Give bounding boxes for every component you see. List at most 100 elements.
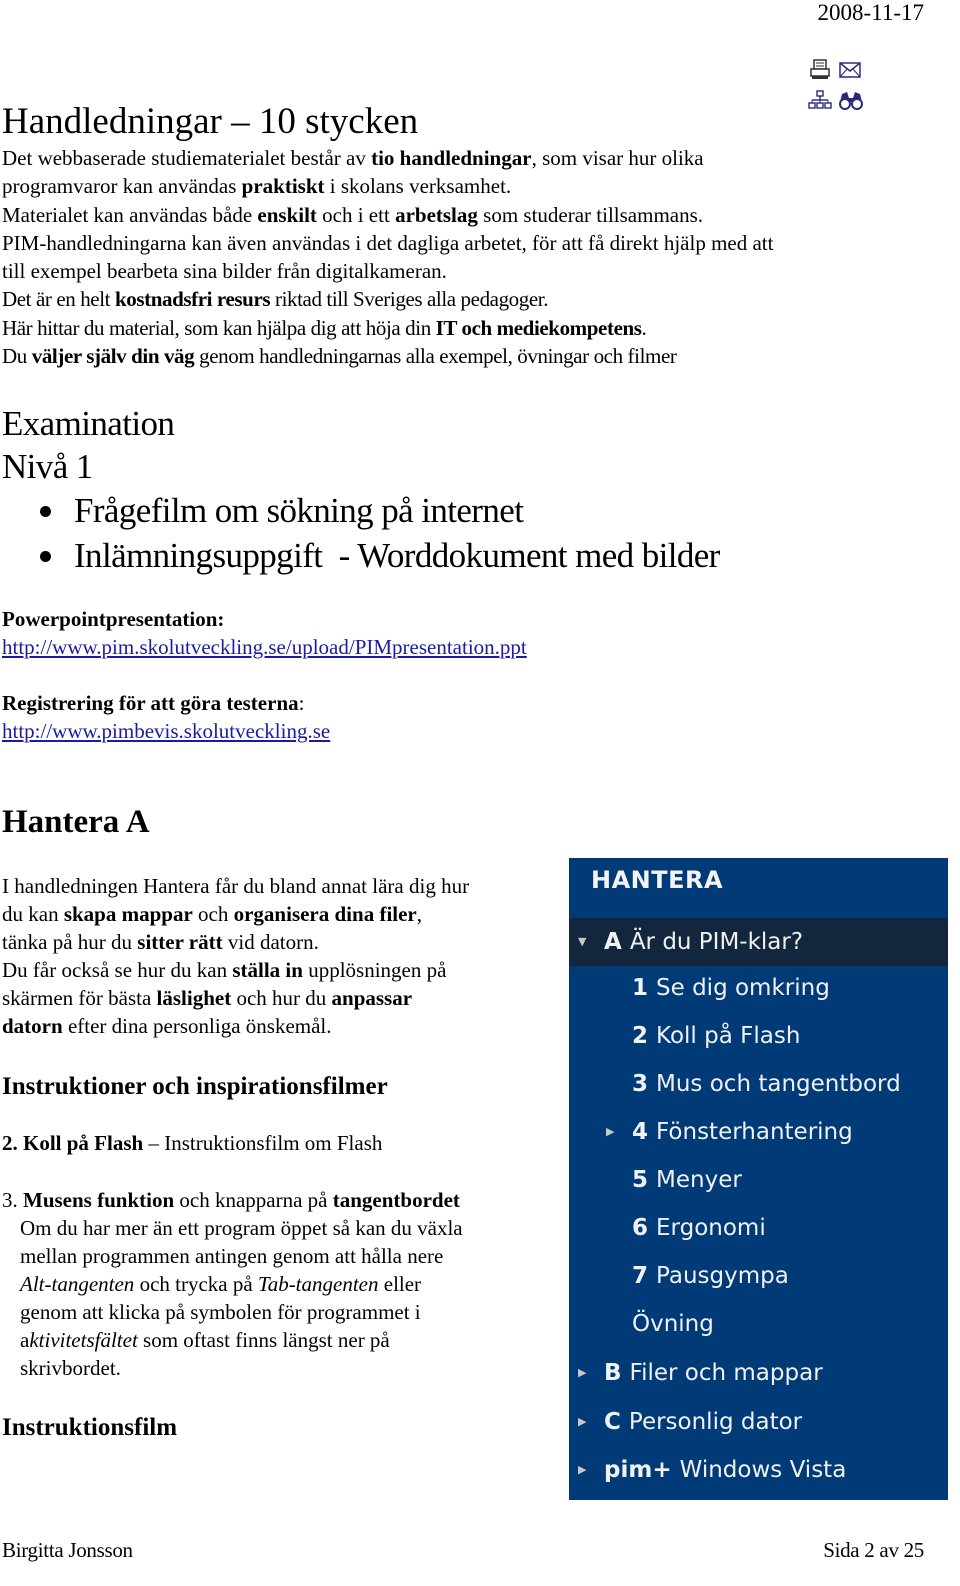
menu-item-label: 1 Se dig omkring bbox=[632, 964, 830, 1012]
menu-item-b[interactable]: ▶ B Filer och mappar bbox=[569, 1349, 948, 1397]
text-run: Det webbaserade studiematerialet består … bbox=[2, 146, 372, 170]
instruction-item-3-body: Om du har mer än ett program öppet så ka… bbox=[20, 1214, 560, 1382]
menu-item-text: Ergonomi bbox=[656, 1215, 766, 1241]
instruction-item-2: 2. Koll på Flash – Instruktionsfilm om F… bbox=[2, 1129, 382, 1157]
text-run: programvaror kan användas bbox=[2, 174, 242, 199]
menu-item-key: 7 bbox=[632, 1263, 657, 1289]
hantera-line: tänka på hur du sitter rätt vid datorn. bbox=[2, 928, 562, 956]
caret-right-icon: ▶ bbox=[578, 1366, 587, 1379]
text-run: , bbox=[416, 902, 423, 926]
registration-colon: : bbox=[298, 691, 305, 715]
list-item-text: Inlämningsuppgift - Worddokument med bil… bbox=[74, 536, 720, 575]
menu-item-a[interactable]: ▼ A Är du PIM-klar? bbox=[569, 918, 948, 966]
powerpoint-link[interactable]: http://www.pim.skolutveckling.se/upload/… bbox=[2, 633, 527, 661]
text-run: du kan bbox=[2, 902, 64, 926]
text-run: och trycka på bbox=[134, 1272, 258, 1296]
registration-label: Registrering för att göra testerna bbox=[2, 691, 299, 715]
menu-item-ovning[interactable]: Övning bbox=[569, 1300, 948, 1348]
text-run: och hur du bbox=[231, 986, 332, 1010]
caret-right-icon: ▶ bbox=[578, 1463, 587, 1476]
registration-label-row: Registrering för att göra testerna: bbox=[2, 689, 304, 717]
text-run: PIM-handledningarna kan även användas i … bbox=[2, 230, 774, 255]
body-line: mellan programmen antingen genom att hål… bbox=[20, 1242, 560, 1270]
text-run: genom att klicka på symbolen för program… bbox=[20, 1300, 421, 1324]
text-run: skärmen för bästa bbox=[2, 986, 157, 1010]
caret-right-icon: ▶ bbox=[606, 1125, 615, 1138]
sitemap-icon[interactable] bbox=[808, 88, 834, 112]
hantera-description: I handledningen Hantera får du bland ann… bbox=[2, 872, 562, 1040]
text-run: upplösningen på bbox=[302, 958, 447, 982]
menu-item-text: Är du PIM-klar? bbox=[629, 929, 804, 955]
binoculars-icon[interactable] bbox=[838, 88, 864, 112]
intro-line: PIM-handledningarna kan även användas i … bbox=[2, 229, 932, 257]
hantera-line: datorn efter dina personliga önskemål. bbox=[2, 1012, 562, 1040]
mail-icon[interactable] bbox=[838, 58, 864, 82]
registration-link[interactable]: http://www.pimbevis.skolutveckling.se bbox=[2, 717, 330, 745]
document-date: 2008-11-17 bbox=[817, 0, 924, 25]
menu-item-text: Menyer bbox=[656, 1167, 742, 1193]
body-line: genom att klicka på symbolen för program… bbox=[20, 1298, 560, 1326]
text-run: till exempel bearbeta sina bilder från d… bbox=[2, 259, 447, 284]
menu-item-pim-[interactable]: ▶ pim+ Windows Vista bbox=[569, 1446, 948, 1494]
bold-text: skapa mappar bbox=[63, 902, 193, 926]
menu-item-label: 4 Fönsterhantering bbox=[632, 1108, 853, 1156]
bold-text: arbetslag bbox=[395, 202, 478, 227]
menu-item-3[interactable]: 3 Mus och tangentbord bbox=[569, 1060, 948, 1108]
menu-item-key: A bbox=[604, 929, 630, 955]
text-run: Här hittar du material, som kan hjälpa d… bbox=[2, 315, 436, 340]
menu-item-label: 5 Menyer bbox=[632, 1156, 742, 1204]
text-run: vid datorn. bbox=[222, 930, 319, 954]
bold-text: kostnadsfri resurs bbox=[114, 287, 271, 312]
hantera-line: du kan skapa mappar och organisera dina … bbox=[2, 900, 562, 928]
intro-line: Materialet kan användas både enskilt och… bbox=[2, 201, 932, 229]
menu-item-6[interactable]: 6 Ergonomi bbox=[569, 1204, 948, 1252]
instruction-item-3: 3. Musens funktion och knapparna på tang… bbox=[2, 1186, 562, 1214]
bold-text: Musens funktion bbox=[23, 1188, 175, 1212]
menu-item-text: Koll på Flash bbox=[656, 1023, 801, 1049]
body-line: Om du har mer än ett program öppet så ka… bbox=[20, 1214, 560, 1242]
menu-item-c[interactable]: ▶ C Personlig dator bbox=[569, 1398, 948, 1446]
examination-heading: Examination bbox=[2, 404, 175, 443]
menu-item-text: Windows Vista bbox=[679, 1457, 847, 1483]
menu-item-4[interactable]: ▶ 4 Fönsterhantering bbox=[569, 1108, 948, 1156]
text-run: . bbox=[641, 315, 647, 340]
intro-line: till exempel bearbeta sina bilder från d… bbox=[2, 257, 932, 285]
text-run: och bbox=[192, 902, 234, 926]
menu-item-label: B Filer och mappar bbox=[604, 1349, 823, 1397]
text-run: Det är en helt bbox=[2, 287, 115, 312]
film-heading: Instruktionsfilm bbox=[2, 1414, 178, 1441]
menu-item-5[interactable]: 5 Menyer bbox=[569, 1156, 948, 1204]
bold-text: 2. Koll på Flash bbox=[2, 1131, 144, 1155]
instructions-heading: Instruktioner och inspirationsfilmer bbox=[2, 1073, 388, 1100]
menu-item-key: 6 bbox=[632, 1215, 657, 1241]
text-run: Om du har mer än ett program öppet så ka… bbox=[20, 1216, 463, 1240]
menu-item-2[interactable]: 2 Koll på Flash bbox=[569, 1012, 948, 1060]
text-run: och knapparna på bbox=[174, 1188, 333, 1212]
menu-item-key: 5 bbox=[632, 1167, 657, 1193]
menu-item-7[interactable]: 7 Pausgympa bbox=[569, 1252, 948, 1300]
hantera-heading: Hantera A bbox=[2, 804, 150, 840]
bold-text: tio handledningar bbox=[371, 146, 532, 170]
menu-item-1[interactable]: 1 Se dig omkring bbox=[569, 964, 948, 1012]
caret-down-icon: ▼ bbox=[578, 935, 587, 948]
text-run: mellan programmen antingen genom att hål… bbox=[20, 1244, 444, 1268]
print-icon[interactable] bbox=[808, 58, 834, 82]
level-heading: Nivå 1 bbox=[2, 447, 93, 486]
text-run: a bbox=[20, 1328, 30, 1352]
menu-item-key: pim+ bbox=[604, 1457, 680, 1483]
intro-line: Det webbaserade studiematerialet består … bbox=[2, 144, 932, 172]
text-run: – Instruktionsfilm om Flash bbox=[143, 1131, 383, 1155]
bold-text: organisera dina filer bbox=[233, 902, 417, 926]
menu-item-label: 7 Pausgympa bbox=[632, 1252, 789, 1300]
text-run: som oftast finns längst ner på bbox=[137, 1328, 390, 1352]
body-line: Alt-tangenten och trycka på Tab-tangente… bbox=[20, 1270, 560, 1298]
bold-text: enskilt bbox=[257, 202, 317, 227]
text-run: I handledningen Hantera får du bland ann… bbox=[2, 874, 470, 898]
footer-page-number: Sida 2 av 25 bbox=[823, 1538, 924, 1562]
text-run: som studerar tillsammans. bbox=[477, 202, 704, 227]
menu-item-text: Personlig dator bbox=[628, 1409, 803, 1435]
text-run: tänka på hur du bbox=[2, 930, 138, 954]
text-run: Du får också se hur du kan bbox=[2, 958, 233, 982]
menu-item-key: 1 bbox=[632, 975, 657, 1001]
text-run: , som visar hur olika bbox=[531, 146, 704, 170]
